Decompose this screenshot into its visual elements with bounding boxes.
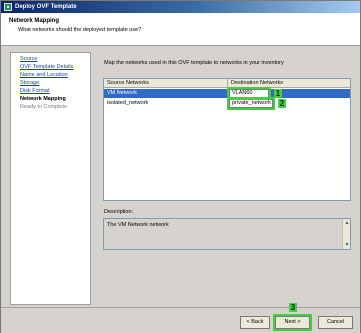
network-mapping-table: Source Networks Destination Networks VM … bbox=[103, 78, 351, 201]
step-network-mapping: Network Mapping bbox=[20, 96, 66, 102]
source-network-cell: isolated_network bbox=[107, 100, 149, 106]
step-ready-to-complete: Ready to Complete bbox=[20, 104, 68, 110]
main-content: Map the networks used in this OVF templa… bbox=[94, 52, 360, 305]
step-storage[interactable]: Storage bbox=[20, 80, 39, 87]
highlight-box-2 bbox=[227, 97, 275, 110]
page-subtitle: What networks should the deployed templa… bbox=[18, 27, 142, 33]
annotation-badge-2: 2 bbox=[278, 99, 286, 108]
description-scrollbar[interactable]: ▲ ▼ bbox=[342, 219, 350, 249]
step-name-and-location[interactable]: Name and Location bbox=[20, 72, 68, 79]
app-icon bbox=[4, 3, 12, 11]
description-label: Description: bbox=[104, 209, 134, 215]
step-source[interactable]: Source bbox=[20, 56, 37, 63]
wizard-steps-sidebar: Source OVF Template Details Name and Loc… bbox=[10, 52, 91, 305]
page-title: Network Mapping bbox=[9, 18, 60, 24]
cancel-button[interactable]: Cancel bbox=[318, 316, 353, 329]
description-box: The VM Network network ▲ ▼ bbox=[103, 218, 351, 250]
next-button[interactable]: Next > bbox=[275, 316, 310, 329]
source-network-cell: VM Network bbox=[107, 90, 137, 96]
wizard-header: Network Mapping What networks should the… bbox=[1, 13, 360, 46]
annotation-badge-1: 1 bbox=[274, 89, 282, 98]
wizard-footer: < Back 3 Next > Cancel bbox=[1, 303, 360, 333]
step-disk-format[interactable]: Disk Format bbox=[20, 88, 50, 95]
step-ovf-template-details[interactable]: OVF Template Details bbox=[20, 64, 73, 71]
back-button[interactable]: < Back bbox=[240, 316, 270, 329]
window-title: Deploy OVF Template bbox=[15, 4, 77, 10]
scroll-down-icon[interactable]: ▼ bbox=[343, 241, 351, 249]
column-header-source[interactable]: Source Networks bbox=[107, 80, 149, 86]
annotation-badge-3: 3 bbox=[289, 303, 297, 312]
intro-text: Map the networks used in this OVF templa… bbox=[104, 60, 284, 66]
scroll-up-icon[interactable]: ▲ bbox=[343, 219, 351, 227]
title-bar: Deploy OVF Template bbox=[1, 1, 360, 13]
description-text: The VM Network network bbox=[107, 222, 169, 228]
deploy-ovf-window: Deploy OVF Template Network Mapping What… bbox=[0, 0, 361, 333]
column-header-destination[interactable]: Destination Networks bbox=[231, 80, 283, 86]
